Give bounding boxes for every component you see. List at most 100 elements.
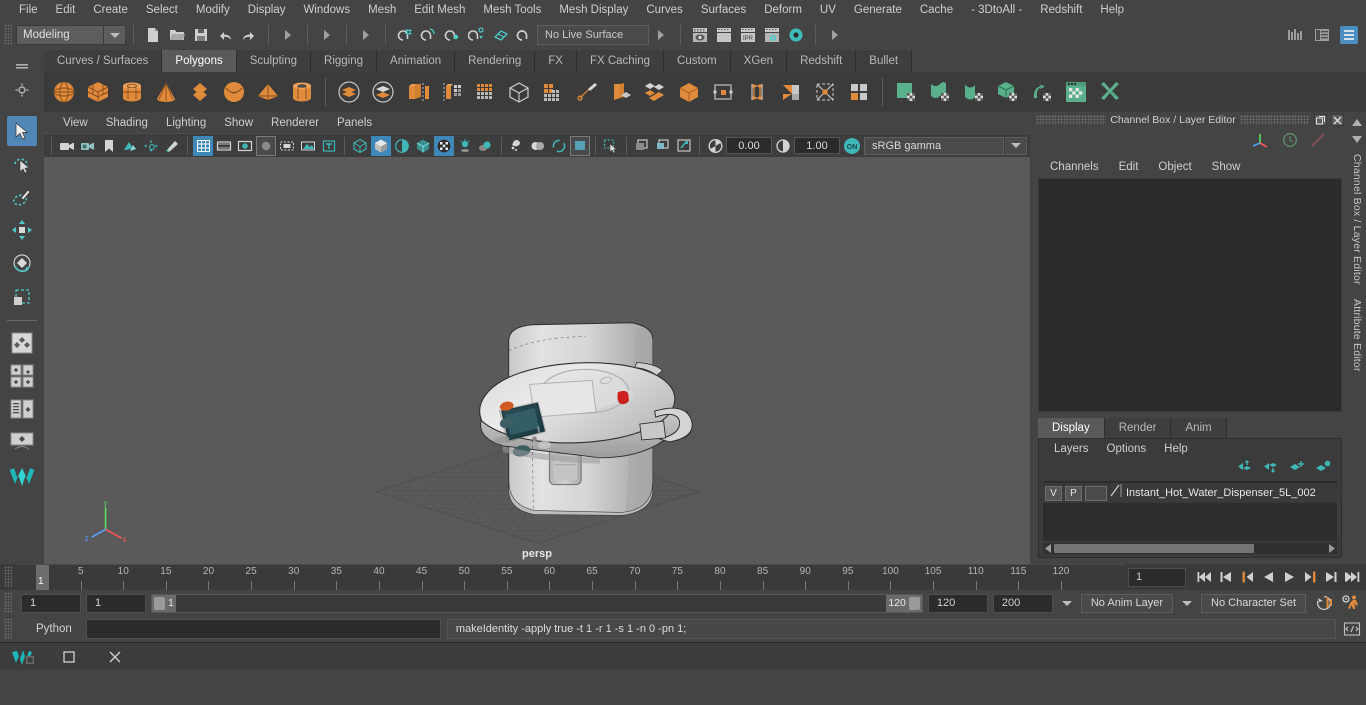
shelf-tab-fx[interactable]: FX xyxy=(535,50,577,72)
channel-box-attribute-list[interactable] xyxy=(1038,178,1342,412)
bevel-icon[interactable] xyxy=(571,75,603,109)
menu-file[interactable]: File xyxy=(10,0,47,20)
xray-icon[interactable] xyxy=(632,136,652,156)
menu-mesh-display[interactable]: Mesh Display xyxy=(550,0,637,20)
shelf-tab-sculpting[interactable]: Sculpting xyxy=(236,50,312,72)
menu-edit-mesh[interactable]: Edit Mesh xyxy=(405,0,474,20)
bookmark-icon[interactable] xyxy=(99,136,119,156)
display-layer-list[interactable]: V P Instant_Hot_Water_Dispenser_5L_002 xyxy=(1043,481,1337,541)
shelf-options-button[interactable] xyxy=(10,78,34,102)
uv-camera-icon[interactable] xyxy=(992,75,1024,109)
textured-shading-icon[interactable] xyxy=(413,136,433,156)
layer-color-swatch-icon[interactable] xyxy=(1110,483,1123,503)
shelf-tab-xgen[interactable]: XGen xyxy=(730,50,788,72)
film-gate-display-icon[interactable] xyxy=(277,136,297,156)
snap-to-curve-button[interactable] xyxy=(417,23,441,47)
viewport-menu-view[interactable]: View xyxy=(54,117,97,129)
time-ruler[interactable]: 1 5 10 15 20 25 30 35 40 45 50 55 60 65 70 75 80 85 90 95 1… xyxy=(16,564,1124,590)
crease-icon[interactable] xyxy=(809,75,841,109)
menu-create[interactable]: Create xyxy=(84,0,137,20)
persp-outliner-layout-button[interactable] xyxy=(7,394,37,424)
scrollbar-thumb[interactable] xyxy=(1054,544,1254,553)
shelf-tab-fx-caching[interactable]: FX Caching xyxy=(576,50,665,72)
shelf-tab-animation[interactable]: Animation xyxy=(377,50,456,72)
last-tool-button[interactable] xyxy=(7,328,37,358)
boolean-icon[interactable] xyxy=(639,75,671,109)
new-scene-button[interactable] xyxy=(141,23,165,47)
selection-mask-component-button[interactable] xyxy=(354,23,378,47)
maya-app-icon[interactable] xyxy=(0,643,46,671)
lasso-select-tool-button[interactable] xyxy=(7,149,37,179)
shelf-tab-curves-surfaces[interactable]: Curves / Surfaces xyxy=(44,50,163,72)
menu-redshift[interactable]: Redshift xyxy=(1031,0,1091,20)
show-hide-channel-box-button[interactable] xyxy=(1337,23,1361,47)
animation-start-time-field[interactable]: 1 xyxy=(21,593,81,613)
menu-generate[interactable]: Generate xyxy=(845,0,911,20)
shelf-tab-custom[interactable]: Custom xyxy=(664,50,731,72)
motion-blur-icon[interactable] xyxy=(507,136,527,156)
scroll-left-arrow-icon[interactable] xyxy=(1043,540,1054,558)
multicut-icon[interactable] xyxy=(537,75,569,109)
menu-mesh-tools[interactable]: Mesh Tools xyxy=(474,0,550,20)
viewport-menu-lighting[interactable]: Lighting xyxy=(157,117,215,129)
gamma-value-field[interactable]: 1.00 xyxy=(794,137,840,154)
playback-start-time-field[interactable]: 1 xyxy=(86,593,146,613)
menu-surfaces[interactable]: Surfaces xyxy=(692,0,755,20)
poly-torus-icon[interactable] xyxy=(218,75,250,109)
range-end-handle[interactable]: 120 xyxy=(886,594,922,612)
anim-layer-selector[interactable]: No Anim Layer xyxy=(1080,593,1174,613)
live-surface-field[interactable]: No Live Surface xyxy=(537,25,649,45)
step-forward-keyframe-icon[interactable] xyxy=(1321,566,1341,588)
grease-pencil-icon[interactable] xyxy=(162,136,182,156)
viewport-render[interactable]: y x z xyxy=(44,157,1030,564)
poly-plane-icon[interactable] xyxy=(184,75,216,109)
uv-plane-icon[interactable] xyxy=(890,75,922,109)
new-layer-icon[interactable] xyxy=(1289,460,1305,478)
step-back-keyframe-icon[interactable] xyxy=(1216,566,1236,588)
layer-shading-toggle[interactable] xyxy=(1085,485,1107,501)
four-pane-layout-button[interactable] xyxy=(7,361,37,391)
close-icon[interactable] xyxy=(92,643,138,671)
color-management-toggle-icon[interactable]: ON xyxy=(841,136,863,156)
smooth-icon[interactable] xyxy=(503,75,535,109)
panel-undock-button[interactable] xyxy=(1314,114,1327,126)
live-surface-expand-button[interactable] xyxy=(649,23,673,47)
scroll-right-arrow-icon[interactable] xyxy=(1326,540,1337,558)
snap-to-point-button[interactable] xyxy=(441,23,465,47)
use-all-lights-icon[interactable] xyxy=(434,135,454,156)
go-to-end-icon[interactable] xyxy=(1342,566,1362,588)
clock-icon[interactable] xyxy=(1282,132,1298,153)
move-tool-button[interactable] xyxy=(7,215,37,245)
time-slider-grip[interactable] xyxy=(4,566,12,588)
viewport-menu-show[interactable]: Show xyxy=(215,117,262,129)
range-start-handle[interactable]: 1 xyxy=(152,594,176,612)
panel-grip-left[interactable] xyxy=(1036,115,1107,125)
menu-cache[interactable]: Cache xyxy=(911,0,962,20)
poly-remesh-icon[interactable] xyxy=(843,75,875,109)
film-gate-icon[interactable] xyxy=(214,136,234,156)
playback-end-time-field[interactable]: 120 xyxy=(927,593,988,613)
selection-mask-object-button[interactable] xyxy=(315,23,339,47)
play-backwards-icon[interactable] xyxy=(1258,566,1278,588)
new-layer-from-selected-icon[interactable] xyxy=(1315,460,1331,478)
persp-viewport[interactable]: y x z persp xyxy=(44,157,1030,564)
snap-to-grid-button[interactable] xyxy=(393,23,417,47)
render-current-frame-button[interactable] xyxy=(688,23,712,47)
menu-modify[interactable]: Modify xyxy=(187,0,239,20)
smooth-shade-all-icon[interactable] xyxy=(371,135,391,156)
make-live-button[interactable] xyxy=(513,23,537,47)
viewport-menu-shading[interactable]: Shading xyxy=(97,117,157,129)
menu-edit[interactable]: Edit xyxy=(47,0,85,20)
ipr-render-button[interactable]: IPR xyxy=(736,23,760,47)
layer-menu-options[interactable]: Options xyxy=(1098,443,1156,455)
menu-deform[interactable]: Deform xyxy=(755,0,811,20)
sidebar-scroll-down-icon[interactable] xyxy=(1351,134,1363,144)
uv-cut-icon[interactable] xyxy=(1094,75,1126,109)
auto-keyframe-icon[interactable] xyxy=(1315,592,1335,614)
image-plane-icon[interactable] xyxy=(120,136,140,156)
layer-tab-anim[interactable]: Anim xyxy=(1171,418,1227,438)
sidebar-toggle-button[interactable] xyxy=(823,23,847,47)
color-space-field[interactable]: sRGB gamma xyxy=(864,136,1004,155)
selection-mask-hierarchy-button[interactable] xyxy=(276,23,300,47)
layer-visibility-toggle[interactable]: V xyxy=(1045,485,1062,501)
